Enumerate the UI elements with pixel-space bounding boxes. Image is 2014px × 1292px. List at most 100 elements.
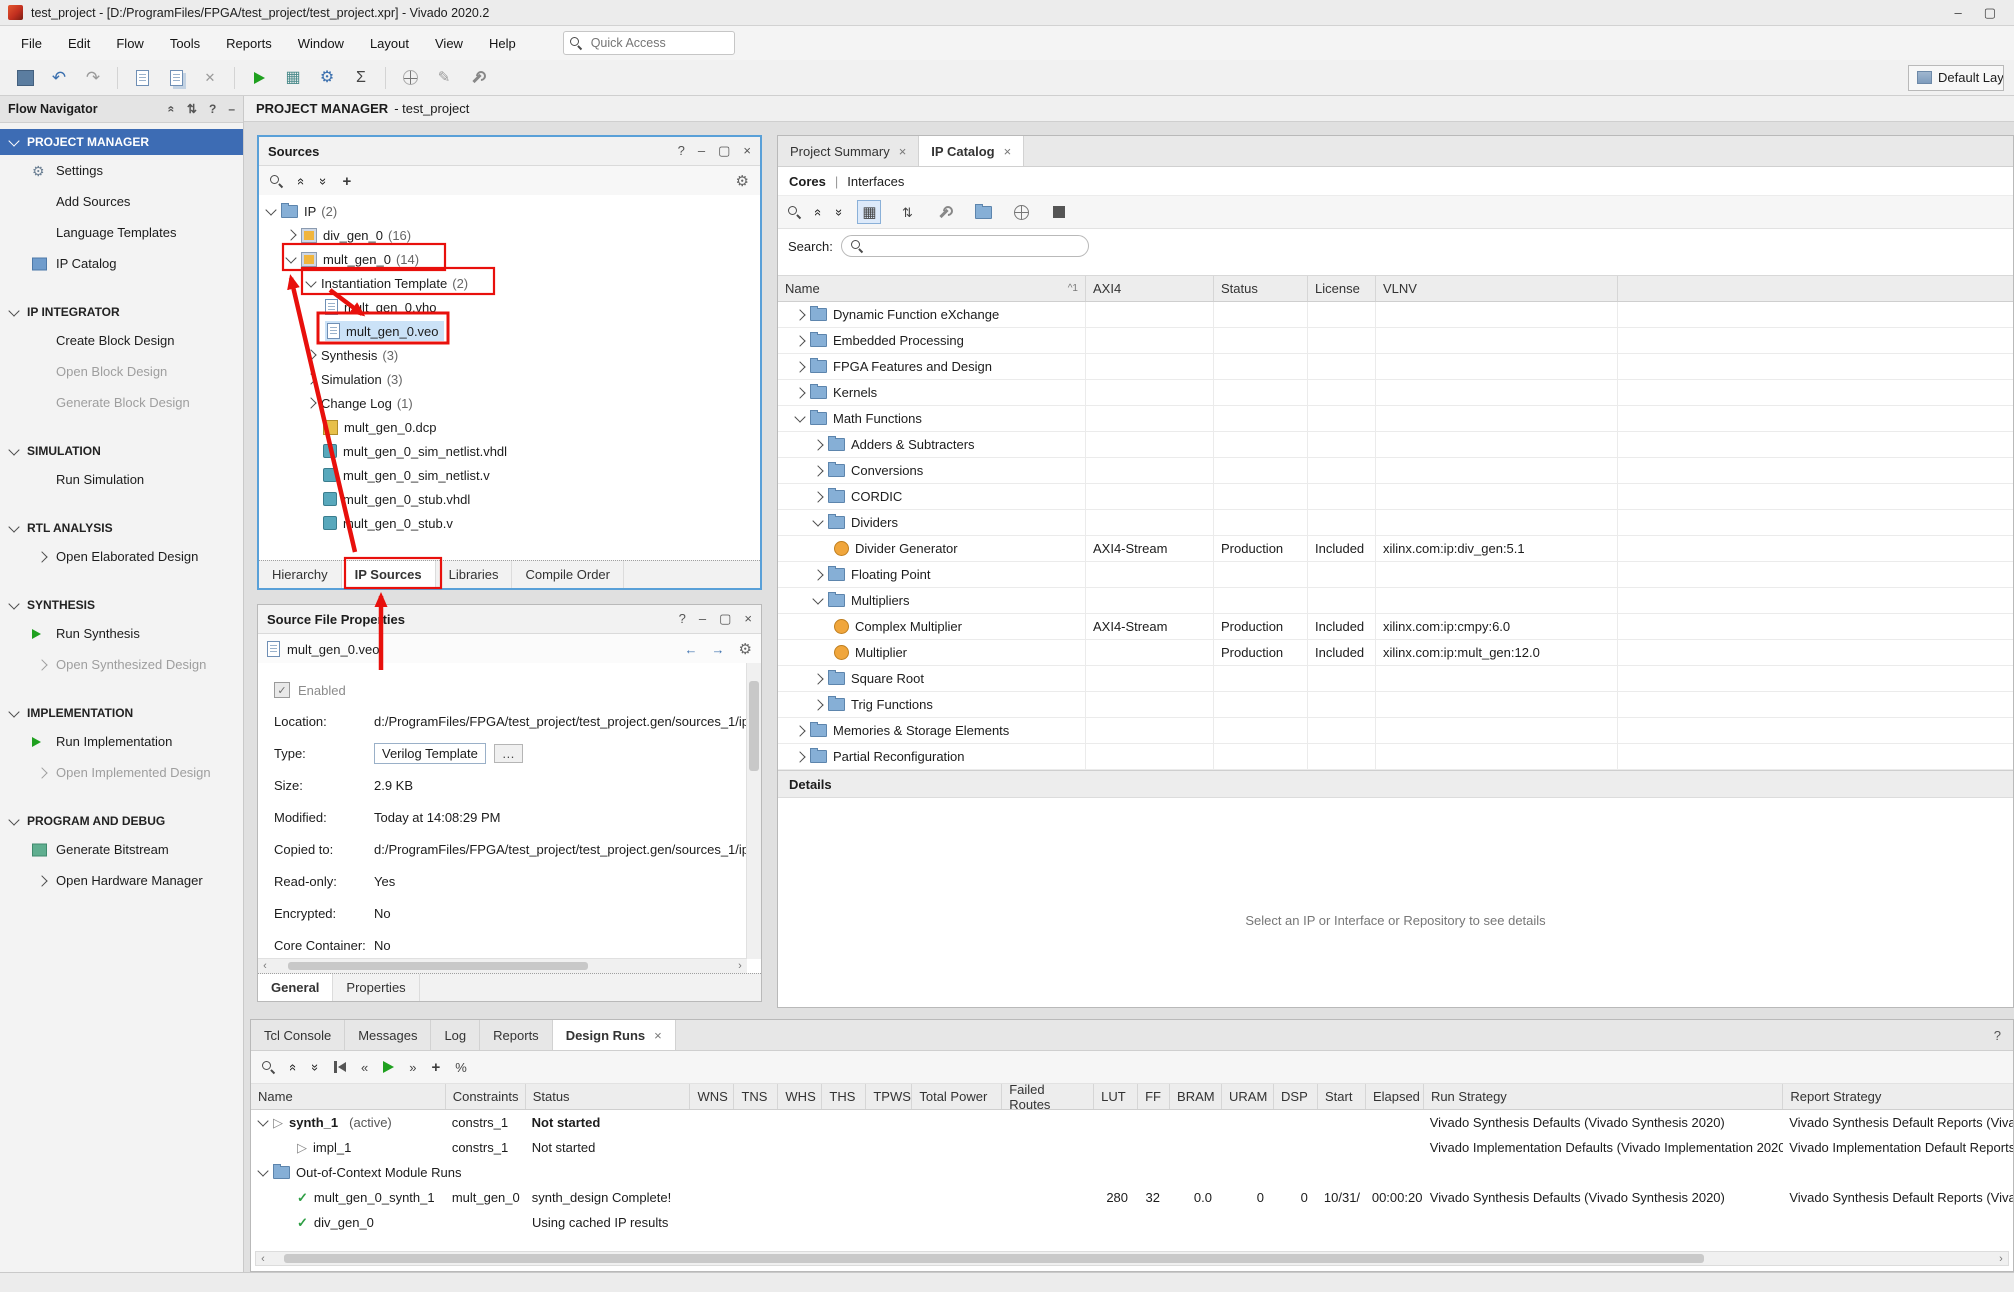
expander-icon[interactable] <box>812 593 823 604</box>
catalog-row[interactable]: Trig Functions <box>778 692 2013 718</box>
subtab-cores[interactable]: Cores <box>789 174 826 189</box>
menu-layout[interactable]: Layout <box>357 31 422 56</box>
run-button[interactable] <box>244 64 274 92</box>
tree-row-div-gen[interactable]: div_gen_0 (16) <box>259 223 760 247</box>
collapse-all-icon[interactable]: « <box>812 208 825 215</box>
scroll-right-icon[interactable]: › <box>733 960 747 972</box>
expander-icon[interactable] <box>794 751 805 762</box>
sidebar-item-language-templates[interactable]: Language Templates <box>0 217 243 248</box>
edit-button[interactable]: ✎ <box>429 64 459 92</box>
save-button[interactable] <box>10 64 40 92</box>
layout-selector[interactable]: Default Layou <box>1908 65 2004 91</box>
report-button[interactable] <box>127 64 157 92</box>
catalog-row[interactable]: Conversions <box>778 458 2013 484</box>
sidebar-item-run-synthesis[interactable]: Run Synthesis <box>0 618 243 649</box>
column-tns[interactable]: TNS <box>734 1084 778 1109</box>
search-icon[interactable] <box>788 206 801 219</box>
menu-reports[interactable]: Reports <box>213 31 285 56</box>
maximize-button[interactable]: ▢ <box>1984 5 1996 21</box>
expand-all-icon[interactable]: » <box>309 1063 322 1070</box>
help-icon[interactable]: ? <box>679 611 686 627</box>
search-icon[interactable] <box>262 1061 275 1074</box>
collapse-all-icon[interactable]: « <box>295 177 308 184</box>
expand-all-icon[interactable]: » <box>833 208 846 215</box>
section-program-and-debug[interactable]: PROGRAM AND DEBUG <box>0 808 243 834</box>
tab-project-summary[interactable]: Project Summary × <box>778 136 919 166</box>
tab-general[interactable]: General <box>258 974 333 1001</box>
maximize-icon[interactable]: ▢ <box>719 611 731 627</box>
tab-reports[interactable]: Reports <box>480 1020 553 1050</box>
catalog-row[interactable]: CORDIC <box>778 484 2013 510</box>
column-lut[interactable]: LUT <box>1094 1084 1138 1109</box>
sidebar-item-run-simulation[interactable]: Run Simulation <box>0 464 243 495</box>
column-license[interactable]: License <box>1308 276 1376 301</box>
expander-icon[interactable] <box>794 361 805 372</box>
expander-icon[interactable] <box>265 204 276 215</box>
menu-flow[interactable]: Flow <box>103 31 156 56</box>
expander-icon[interactable] <box>812 465 823 476</box>
copy-button[interactable] <box>161 64 191 92</box>
column-constraints[interactable]: Constraints <box>446 1084 526 1109</box>
expander-icon[interactable] <box>257 1115 268 1126</box>
section-rtl-analysis[interactable]: RTL ANALYSIS <box>0 515 243 541</box>
catalog-row[interactable]: Kernels <box>778 380 2013 406</box>
maximize-icon[interactable]: ▢ <box>718 143 730 159</box>
help-icon[interactable]: ? <box>678 143 685 159</box>
step-back-icon[interactable]: « <box>361 1061 368 1074</box>
horizontal-scrollbar[interactable]: ‹ › <box>255 1251 2009 1266</box>
column-ths[interactable]: THS <box>822 1084 866 1109</box>
launch-runs-icon[interactable] <box>383 1061 394 1073</box>
column-report-strategy[interactable]: Report Strategy <box>1783 1084 2013 1109</box>
type-browse-button[interactable]: … <box>494 744 523 763</box>
catalog-row[interactable]: Partial Reconfiguration <box>778 744 2013 770</box>
column-uram[interactable]: URAM <box>1222 1084 1274 1109</box>
catalog-row[interactable]: Memories & Storage Elements <box>778 718 2013 744</box>
run-row-impl-1[interactable]: ▷ impl_1 constrs_1 Not started Vivado Im… <box>251 1135 2013 1160</box>
catalog-row-complex-multiplier[interactable]: Complex Multiplier AXI4-Stream Productio… <box>778 614 2013 640</box>
expander-icon[interactable] <box>794 387 805 398</box>
quick-access-input[interactable] <box>589 35 703 51</box>
tree-row-simulation[interactable]: Simulation (3) <box>259 367 760 391</box>
collapse-all-icon[interactable]: « <box>287 1063 300 1070</box>
catalog-row-divider-generator[interactable]: Divider Generator AXI4-Stream Production… <box>778 536 2013 562</box>
scroll-left-icon[interactable]: ‹ <box>256 1253 270 1265</box>
menu-edit[interactable]: Edit <box>55 31 103 56</box>
expander-icon[interactable] <box>794 335 805 346</box>
expander-icon[interactable] <box>794 309 805 320</box>
tree-row-change-log[interactable]: Change Log (1) <box>259 391 760 415</box>
tab-properties[interactable]: Properties <box>333 974 419 1001</box>
run-row-div-gen[interactable]: ✓ div_gen_0 Using cached IP results <box>251 1210 2013 1235</box>
expander-icon[interactable] <box>305 373 316 384</box>
step-forward-icon[interactable]: » <box>409 1061 416 1074</box>
menu-file[interactable]: File <box>8 31 55 56</box>
catalog-row[interactable]: Embedded Processing <box>778 328 2013 354</box>
catalog-row-math-functions[interactable]: Math Functions <box>778 406 2013 432</box>
horizontal-scrollbar[interactable]: ‹ › <box>258 958 747 973</box>
group-view-button[interactable]: ▦ <box>857 200 881 224</box>
column-bram[interactable]: BRAM <box>1170 1084 1222 1109</box>
column-failed-routes[interactable]: Failed Routes <box>1002 1084 1094 1109</box>
menu-view[interactable]: View <box>422 31 476 56</box>
close-icon[interactable]: × <box>654 1028 662 1043</box>
schematic-button[interactable]: ▦ <box>278 64 308 92</box>
resize-icon[interactable]: ⇅ <box>187 103 197 115</box>
scrollbar-thumb[interactable] <box>288 962 588 970</box>
section-ip-integrator[interactable]: IP INTEGRATOR <box>0 299 243 325</box>
column-tpws[interactable]: TPWS <box>866 1084 912 1109</box>
column-elapsed[interactable]: Elapsed <box>1366 1084 1424 1109</box>
tree-row-sim-netlist-vhdl[interactable]: mult_gen_0_sim_netlist.vhdl <box>259 439 760 463</box>
scrollbar-thumb[interactable] <box>284 1254 1704 1263</box>
tab-libraries[interactable]: Libraries <box>436 561 513 588</box>
menu-tools[interactable]: Tools <box>157 31 213 56</box>
column-wns[interactable]: WNS <box>690 1084 734 1109</box>
undo-button[interactable]: ↶ <box>44 64 74 92</box>
expander-icon[interactable] <box>812 515 823 526</box>
properties-button[interactable] <box>933 200 957 224</box>
panel-help-icon[interactable]: ? <box>1994 1020 2013 1050</box>
section-simulation[interactable]: SIMULATION <box>0 438 243 464</box>
tree-row-mult-gen[interactable]: mult_gen_0 (14) <box>259 247 760 271</box>
stop-button[interactable] <box>1047 200 1071 224</box>
catalog-row[interactable]: Floating Point <box>778 562 2013 588</box>
column-whs[interactable]: WHS <box>778 1084 822 1109</box>
column-total-power[interactable]: Total Power <box>912 1084 1002 1109</box>
